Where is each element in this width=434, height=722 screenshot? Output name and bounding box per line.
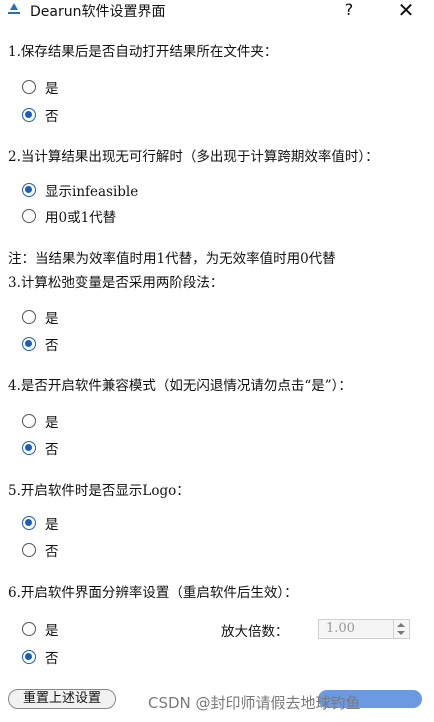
scale-value: 1.00 — [326, 621, 355, 636]
window-title: Dearun软件设置界面 — [30, 4, 166, 20]
option-label: 是 — [45, 623, 59, 639]
q3-option-no[interactable]: 否 — [22, 335, 59, 354]
radio-unchecked-icon[interactable] — [22, 543, 36, 557]
question-4-label: 4.是否开启软件兼容模式（如无闪退情况请勿点击“是”）： — [8, 378, 352, 394]
option-label: 显示infeasible — [45, 184, 139, 200]
help-button[interactable]: ? — [336, 0, 362, 20]
q1-option-no[interactable]: 否 — [22, 106, 59, 125]
radio-unchecked-icon[interactable] — [22, 414, 36, 428]
spin-down-icon[interactable] — [397, 631, 405, 635]
option-label: 否 — [45, 544, 59, 560]
option-label: 用0或1代替 — [45, 210, 117, 226]
radio-unchecked-icon[interactable] — [22, 622, 36, 636]
scale-label: 放大倍数： — [221, 624, 289, 640]
question-5-label: 5.开启软件时是否显示Logo： — [8, 483, 190, 499]
q4-option-no[interactable]: 否 — [22, 439, 59, 458]
option-label: 否 — [45, 442, 59, 458]
option-label: 否 — [45, 109, 59, 125]
option-label: 是 — [45, 81, 59, 97]
q5-option-no[interactable]: 否 — [22, 541, 59, 560]
option-label: 是 — [45, 415, 59, 431]
q5-option-yes[interactable]: 是 — [22, 514, 59, 533]
question-2-label: 2.当计算结果出现无可行解时（多出现于计算跨期效率值时）： — [8, 149, 379, 165]
radio-checked-icon[interactable] — [22, 441, 36, 455]
spin-buttons[interactable] — [393, 620, 409, 638]
q3-option-yes[interactable]: 是 — [22, 308, 59, 327]
question-3-label: 3.计算松弛变量是否采用两阶段法： — [8, 275, 224, 291]
q4-option-yes[interactable]: 是 — [22, 412, 59, 431]
q2-option-zero-one[interactable]: 用0或1代替 — [22, 207, 117, 226]
radio-checked-icon[interactable] — [22, 516, 36, 530]
q1-option-yes[interactable]: 是 — [22, 78, 59, 97]
option-label: 是 — [45, 311, 59, 327]
radio-checked-icon[interactable] — [22, 108, 36, 122]
radio-unchecked-icon[interactable] — [22, 310, 36, 324]
radio-checked-icon[interactable] — [22, 337, 36, 351]
q6-option-no[interactable]: 否 — [22, 648, 59, 667]
option-label: 是 — [45, 517, 59, 533]
question-1-label: 1.保存结果后是否自动打开结果所在文件夹： — [8, 44, 278, 60]
spin-up-icon[interactable] — [397, 623, 405, 627]
title-bar: Dearun软件设置界面 ? ✕ — [0, 0, 434, 20]
q6-option-yes[interactable]: 是 — [22, 620, 59, 639]
radio-checked-icon[interactable] — [22, 650, 36, 664]
question-6-label: 6.开启软件界面分辨率设置（重启软件后生效）： — [8, 585, 298, 601]
radio-unchecked-icon[interactable] — [22, 80, 36, 94]
watermark-text: CSDN @封印师请假去地球钓鱼 — [148, 694, 361, 712]
note-text: 注：当结果为效率值时用1代替，为无效率值时用0代替 — [8, 251, 336, 267]
radio-checked-icon[interactable] — [22, 183, 36, 197]
q2-option-infeasible[interactable]: 显示infeasible — [22, 181, 139, 200]
close-button[interactable]: ✕ — [392, 0, 420, 20]
radio-unchecked-icon[interactable] — [22, 209, 36, 223]
reset-settings-button[interactable]: 重置上述设置 — [8, 689, 116, 709]
scale-spinbox[interactable]: 1.00 — [318, 619, 410, 639]
option-label: 否 — [45, 651, 59, 667]
app-logo-icon — [8, 3, 20, 14]
option-label: 否 — [45, 338, 59, 354]
